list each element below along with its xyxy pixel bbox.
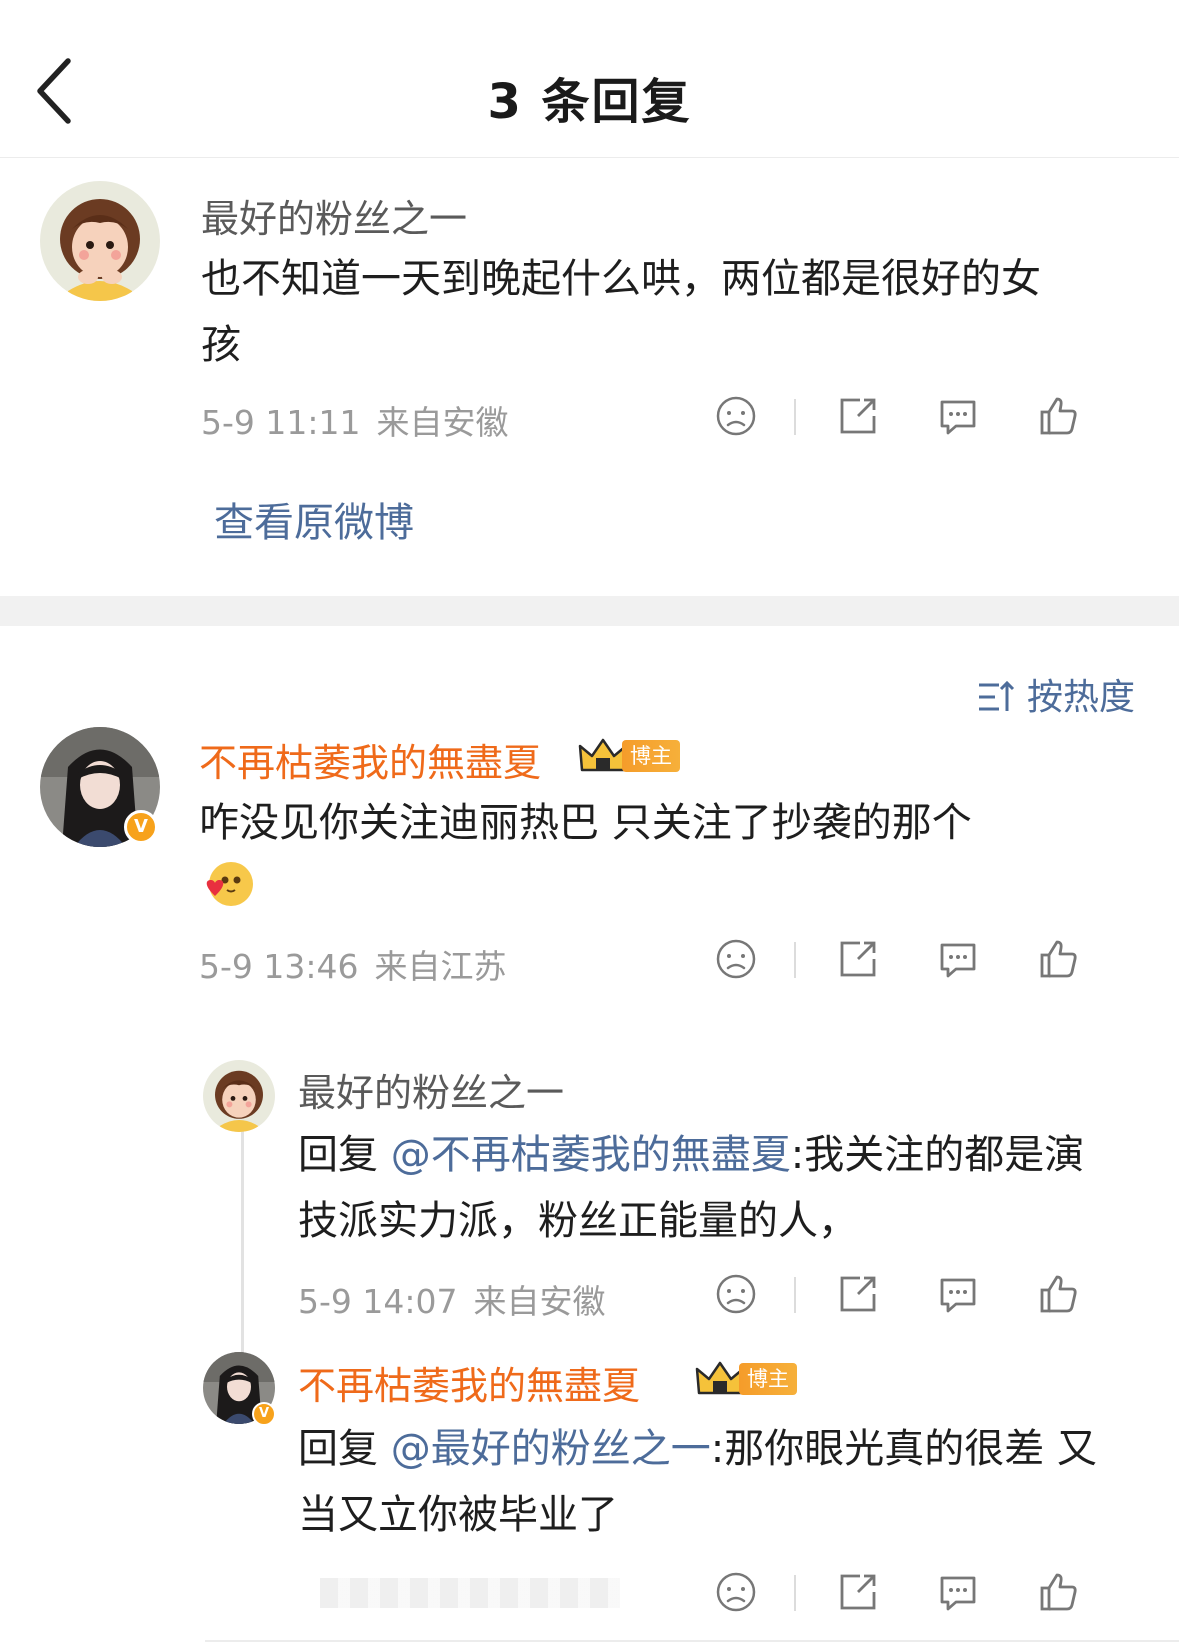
blogger-tag: 博主	[739, 1363, 797, 1395]
comment-location: 来自安徽	[376, 403, 509, 442]
comment-username[interactable]: 最好的粉丝之一	[201, 188, 467, 243]
reply-text: 回复 @不再枯萎我的無盡夏:我关注的都是演技派实力派，粉丝正能量的人，	[298, 1122, 1108, 1254]
thread-line	[241, 1125, 244, 1355]
share-icon[interactable]	[836, 394, 880, 438]
blogger-tag: 博主	[622, 740, 680, 772]
reply-location: 来自江苏	[374, 947, 507, 986]
comment-meta: 5-9 11:11 来自安徽	[201, 396, 509, 444]
divider	[205, 1640, 1179, 1642]
reply-username[interactable]: 不再枯萎我的無盡夏	[298, 1355, 640, 1410]
obscured-meta	[320, 1578, 620, 1608]
reply-username[interactable]: 最好的粉丝之一	[298, 1062, 564, 1117]
reply-text: 咋没见你关注迪丽热巴 只关注了抄袭的那个	[199, 800, 972, 846]
verified-badge-icon: V	[124, 810, 158, 844]
sort-icon	[977, 679, 1017, 715]
view-original-link[interactable]: 查看原微博	[214, 490, 414, 548]
verified-badge-icon: V	[252, 1402, 276, 1426]
sort-button[interactable]: 按热度	[977, 668, 1135, 720]
reply-prefix: 回复	[298, 1132, 391, 1178]
avatar[interactable]	[40, 181, 160, 301]
like-icon[interactable]	[1036, 1272, 1080, 1316]
reply-date: 5-9 14:07	[298, 1282, 458, 1321]
comment-date: 5-9 11:11	[201, 403, 361, 442]
divider	[794, 399, 796, 435]
reply-meta: 5-9 14:07 来自安徽	[298, 1275, 606, 1323]
sort-label: 按热度	[1026, 677, 1135, 718]
reply-prefix: 回复	[298, 1426, 391, 1472]
crown-icon	[578, 738, 628, 772]
dislike-face-icon[interactable]	[714, 394, 758, 438]
share-icon[interactable]	[836, 1570, 880, 1614]
reply-meta: 5-9 13:46 来自江苏	[199, 940, 507, 988]
divider	[794, 942, 796, 978]
dislike-face-icon[interactable]	[714, 937, 758, 981]
comment-icon[interactable]	[936, 1272, 980, 1316]
reply-actions	[714, 1570, 1094, 1620]
dislike-face-icon[interactable]	[714, 1272, 758, 1316]
comment-icon[interactable]	[936, 394, 980, 438]
crown-icon	[695, 1361, 745, 1395]
comment-text: 也不知道一天到晚起什么哄，两位都是很好的女孩	[201, 256, 1041, 368]
reply-date: 5-9 13:46	[199, 947, 359, 986]
reply-text: 回复 @最好的粉丝之一:那你眼光真的很差 又当又立你被毕业了	[298, 1416, 1108, 1548]
divider	[794, 1277, 796, 1313]
reply-username[interactable]: 不再枯萎我的無盡夏	[199, 732, 541, 787]
like-icon[interactable]	[1036, 937, 1080, 981]
like-icon[interactable]	[1036, 394, 1080, 438]
mention-link[interactable]: @最好的粉丝之一	[391, 1426, 711, 1472]
section-divider	[0, 596, 1179, 626]
share-icon[interactable]	[836, 937, 880, 981]
comment-icon[interactable]	[936, 937, 980, 981]
page-title: 3 条回复	[487, 74, 692, 130]
top-bar: 3 条回复	[0, 0, 1179, 158]
reply-actions	[714, 1272, 1094, 1322]
comment-icon[interactable]	[936, 1570, 980, 1614]
avatar[interactable]	[203, 1060, 275, 1132]
reply-actions	[714, 937, 1094, 987]
reply-location: 来自安徽	[473, 1282, 606, 1321]
dislike-face-icon[interactable]	[714, 1570, 758, 1614]
like-icon[interactable]	[1036, 1570, 1080, 1614]
love-emoji-icon	[201, 860, 255, 910]
comment-actions	[714, 394, 1094, 444]
divider	[794, 1575, 796, 1611]
share-icon[interactable]	[836, 1272, 880, 1316]
mention-link[interactable]: @不再枯萎我的無盡夏	[391, 1132, 791, 1178]
